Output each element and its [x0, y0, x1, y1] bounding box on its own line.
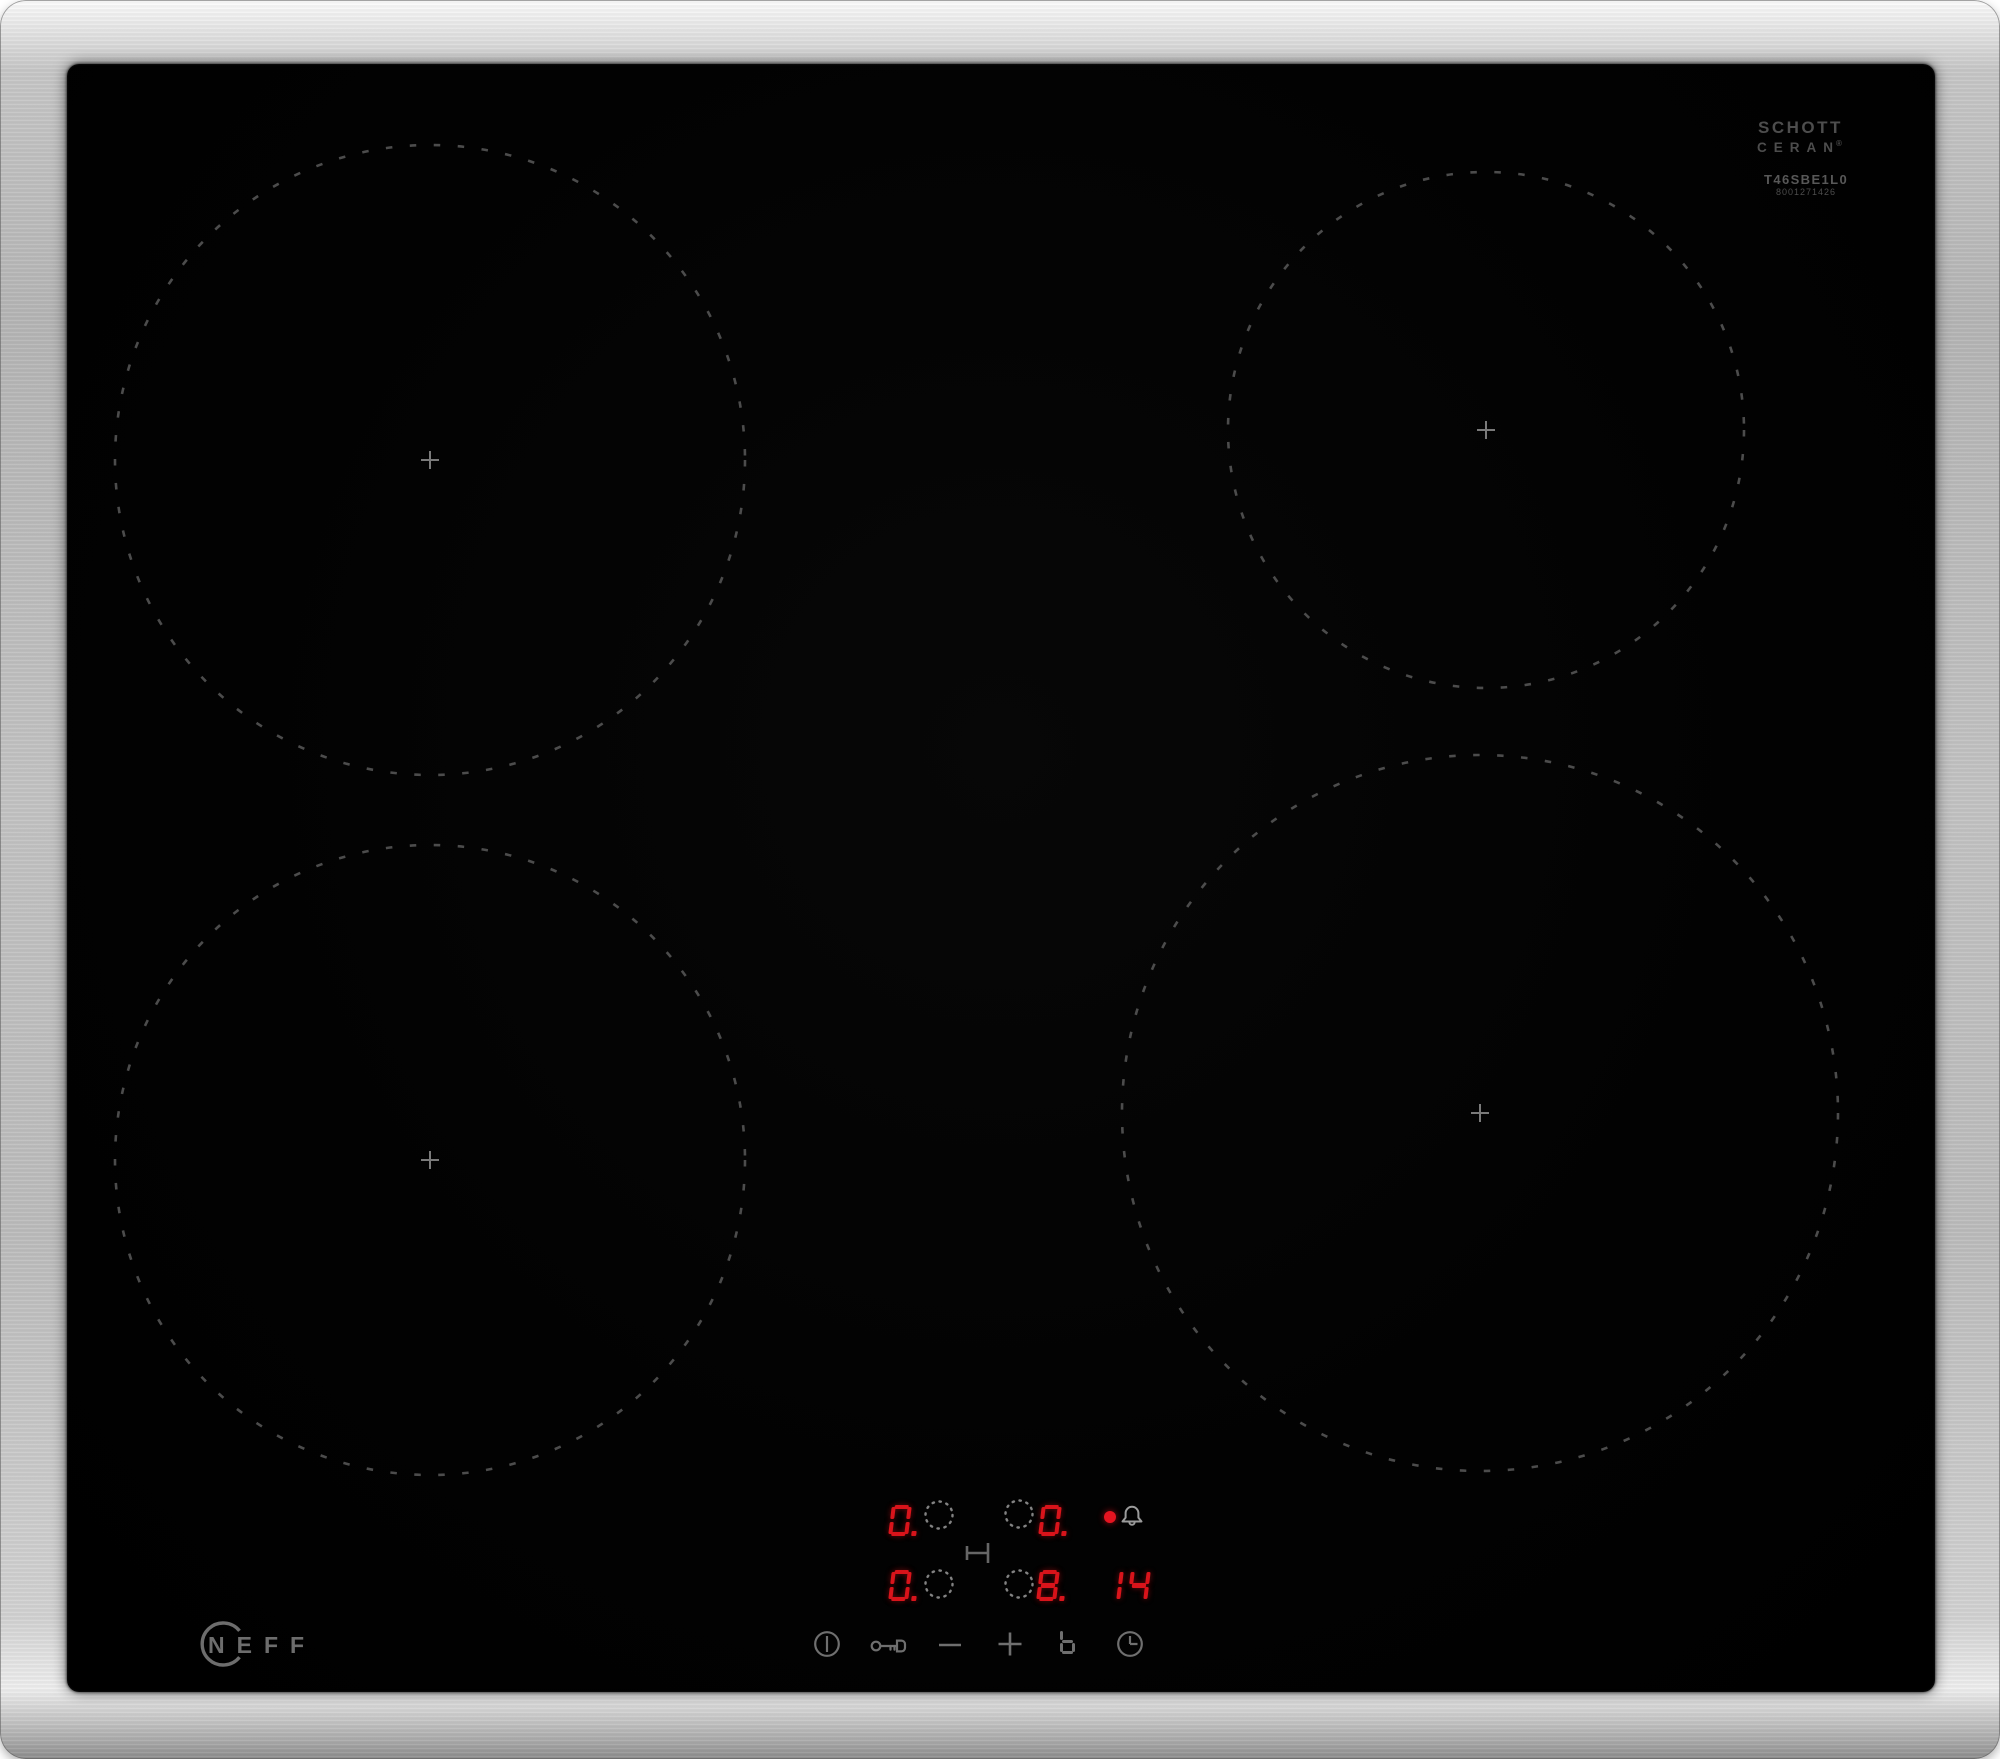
glass-product-text: CERAN® [1757, 139, 1842, 155]
cooking-zones-layer [67, 64, 1935, 1692]
display-front-left-level [890, 1570, 917, 1601]
zone-center-cross-icon [1477, 421, 1495, 439]
timer-active-led [1104, 1511, 1116, 1523]
alarm-bell-icon [1118, 1503, 1146, 1531]
zone-center-cross-icon [421, 451, 439, 469]
zone-center-cross-icon [421, 1151, 439, 1169]
registered-mark: ® [1836, 139, 1842, 148]
zone-indicator-ring [921, 1567, 957, 1603]
zone-indicator-ring [1001, 1567, 1037, 1603]
display-front-right-level [1038, 1570, 1065, 1601]
power-button[interactable] [812, 1629, 842, 1659]
display-back-left-level [890, 1505, 917, 1536]
neff-wordmark: NEFF [208, 1632, 316, 1658]
bridge-transfer-icon [963, 1541, 993, 1565]
zone-center-cross-icon [1471, 1104, 1489, 1122]
timer-clock-button[interactable] [1115, 1629, 1145, 1659]
glass-maker-text: SCHOTT [1758, 118, 1843, 138]
child-lock-key-button[interactable] [870, 1635, 910, 1657]
zone-select-button[interactable] [1060, 1629, 1075, 1654]
serial-number-text: 8001271426 [1776, 187, 1836, 197]
increase-plus-button[interactable] [995, 1629, 1025, 1659]
ceran-wordmark: CERAN [1757, 140, 1840, 155]
model-number-text: T46SBE1L0 [1764, 172, 1848, 187]
product-photo-induction-hob: SCHOTT CERAN® T46SBE1L0 8001271426 [0, 0, 2000, 1759]
zone-indicator-ring [1001, 1497, 1037, 1533]
zone-indicator-ring [921, 1498, 957, 1534]
neff-logo: NEFF [190, 1616, 360, 1676]
display-timer-minutes [1102, 1570, 1156, 1601]
display-back-right-level [1040, 1505, 1067, 1536]
decrease-minus-button[interactable] [936, 1632, 964, 1658]
